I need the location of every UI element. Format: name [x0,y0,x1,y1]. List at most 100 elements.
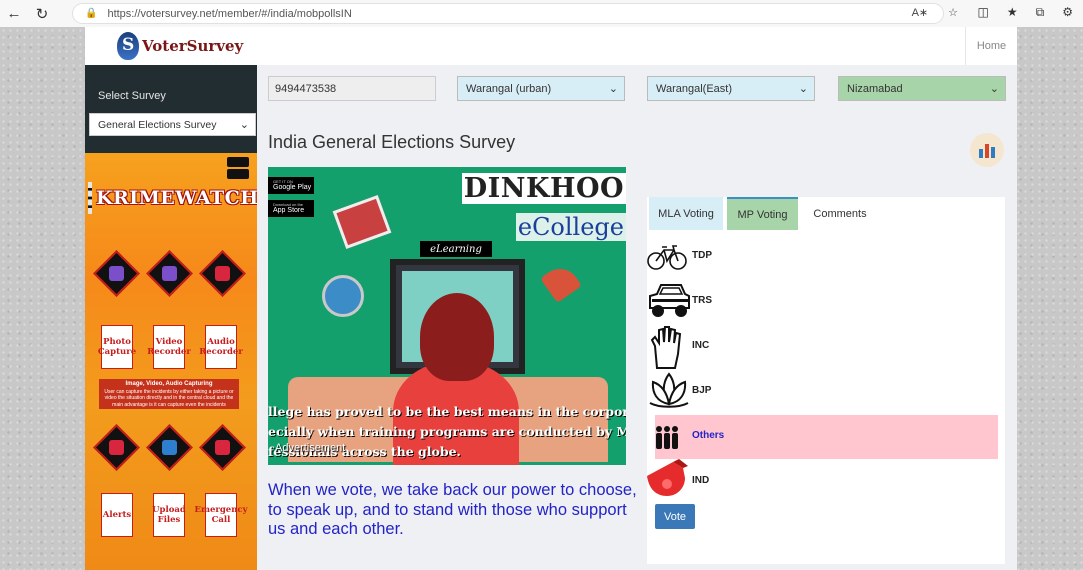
tile-audio-recorder: Audio Recorder [199,325,243,369]
krimewatch-header: KRIMEWATCH [88,181,257,215]
store-badges [227,157,249,179]
voting-tabs: MLA Voting MP Voting Comments [647,197,1005,230]
extensions-icon[interactable]: ⚙ [1062,5,1073,20]
voting-quote: When we vote, we take back our power to … [268,481,637,539]
alert-diamond-icon [93,424,140,471]
film-logo-icon [88,182,92,214]
back-arrow-icon[interactable]: ← [0,0,28,27]
ad-caption-line: llege has proved to be the best means in… [268,404,626,419]
party-option-inc[interactable]: INC [647,325,1005,369]
chart-bar [979,149,983,158]
address-bar[interactable]: 🔒 https://votersurvey.net/member/#/india… [72,3,944,24]
google-play-text: Google Play [273,184,312,191]
ecollege-brand: eCollege [515,213,626,241]
person-head-illustration [420,293,494,381]
tile-emergency-call: Emergency Call [195,493,248,537]
audio-diamond-icon [199,250,246,297]
mp-constituency-select-value: Nizamabad [847,82,903,95]
bottom-strip [257,564,1017,570]
people-icon [656,426,678,449]
photo-diamond-icon [93,250,140,297]
vote-button[interactable]: Vote [655,504,695,529]
lotus-icon [649,372,689,408]
sidebar: VoterSurvey Select Survey General Electi… [85,27,257,570]
app-page: VoterSurvey Select Survey General Electi… [85,27,1017,570]
select-survey-label: Select Survey [98,90,166,102]
advertisement-label: Advertisement [275,442,346,454]
logo[interactable]: VoterSurvey [85,27,257,65]
constituency-select-value: Warangal(East) [656,82,733,95]
car-icon [649,284,690,317]
video-diamond-icon [146,250,193,297]
chart-bar [991,147,995,158]
party-option-trs[interactable]: TRS [647,280,1005,324]
tile-alerts: Alerts [101,493,133,537]
elearning-badge: eLearning [420,241,492,257]
app-store-badge[interactable]: Download on the App Store [268,200,314,217]
whistle-icon [647,459,688,496]
advertisement-banner[interactable]: eLearning GET IT ON Google Play Download… [268,167,626,465]
party-name: Others [692,430,725,441]
phone-field[interactable]: 9494473538 [268,76,436,101]
party-name: INC [692,340,710,351]
party-name: TRS [692,295,712,306]
party-option-others[interactable]: Others [655,415,998,459]
lamp-illustration [540,261,582,303]
chevron-down-icon: ⌄ [989,83,999,95]
book-illustration [332,194,392,250]
chevron-down-icon: ⌄ [239,119,249,131]
dinkhoo-brand: DINKHOO [461,173,626,204]
ad-caption-line: ecially when training programs are condu… [268,424,626,439]
tab-mp-voting[interactable]: MP Voting [727,197,798,230]
voting-panel: MLA Voting MP Voting Comments TDP TRS IN… [647,197,1005,565]
top-navbar: Home [257,27,1017,65]
emergency-diamond-icon [199,424,246,471]
votersurvey-logo-icon [117,32,139,60]
chevron-down-icon: ⌄ [798,83,808,95]
home-link[interactable]: Home [965,27,1017,65]
results-chart-icon[interactable] [970,133,1004,167]
survey-select[interactable]: General Elections Survey ⌄ [89,113,256,136]
krimewatch-banner-text: User can capture the incidents by either… [104,388,234,408]
read-aloud-icon[interactable]: A∗ [912,6,929,19]
hand-icon [650,326,682,369]
party-name: IND [692,475,710,486]
party-option-tdp[interactable]: TDP [647,235,1005,279]
google-play-badge[interactable]: GET IT ON Google Play [268,177,314,194]
split-screen-icon[interactable]: ◫ [978,5,989,20]
url-text: https://votersurvey.net/member/#/india/m… [107,7,352,20]
tab-mla-voting[interactable]: MLA Voting [649,197,723,230]
tile-upload-files: Upload Files [152,493,186,537]
party-option-ind[interactable]: IND [647,459,1005,504]
chart-bar [985,144,989,158]
krimewatch-ad[interactable]: KRIMEWATCH Photo Capture Video Recorder … [85,153,257,570]
collections-icon[interactable]: ⧉ [1036,5,1045,20]
tile-video-recorder: Video Recorder [147,325,191,369]
tile-photo-capture: Photo Capture [98,325,136,369]
krimewatch-banner: Image, Video, Audio Capturing User can c… [99,379,239,409]
upload-diamond-icon [146,424,193,471]
favorite-star-icon[interactable]: ☆ [948,6,958,19]
globe-illustration [322,275,364,317]
chevron-down-icon: ⌄ [608,83,618,95]
bicycle-icon [647,245,687,270]
app-store-text: App Store [273,207,305,214]
krimewatch-banner-title: Image, Video, Audio Capturing [125,381,213,387]
app-store-badge-icon [227,169,249,179]
party-option-bjp[interactable]: BJP [647,370,1005,414]
brand-name: VoterSurvey [142,37,244,55]
google-play-badge-icon [227,157,249,167]
constituency-select[interactable]: Warangal(East) ⌄ [647,76,815,101]
party-name: BJP [692,385,712,396]
survey-select-value: General Elections Survey [98,118,217,131]
browser-toolbar: ← ↻ 🔒 https://votersurvey.net/member/#/i… [0,0,1083,27]
reload-icon[interactable]: ↻ [28,0,56,27]
tab-comments[interactable]: Comments [803,197,877,230]
district-select[interactable]: Warangal (urban) ⌄ [457,76,625,101]
mp-constituency-select[interactable]: Nizamabad ⌄ [838,76,1006,101]
favorites-icon[interactable]: ★ [1007,5,1018,20]
party-name: TDP [692,250,712,261]
krimewatch-title: KRIMEWATCH [96,187,257,209]
district-select-value: Warangal (urban) [466,82,552,95]
page-title: India General Elections Survey [268,132,516,152]
